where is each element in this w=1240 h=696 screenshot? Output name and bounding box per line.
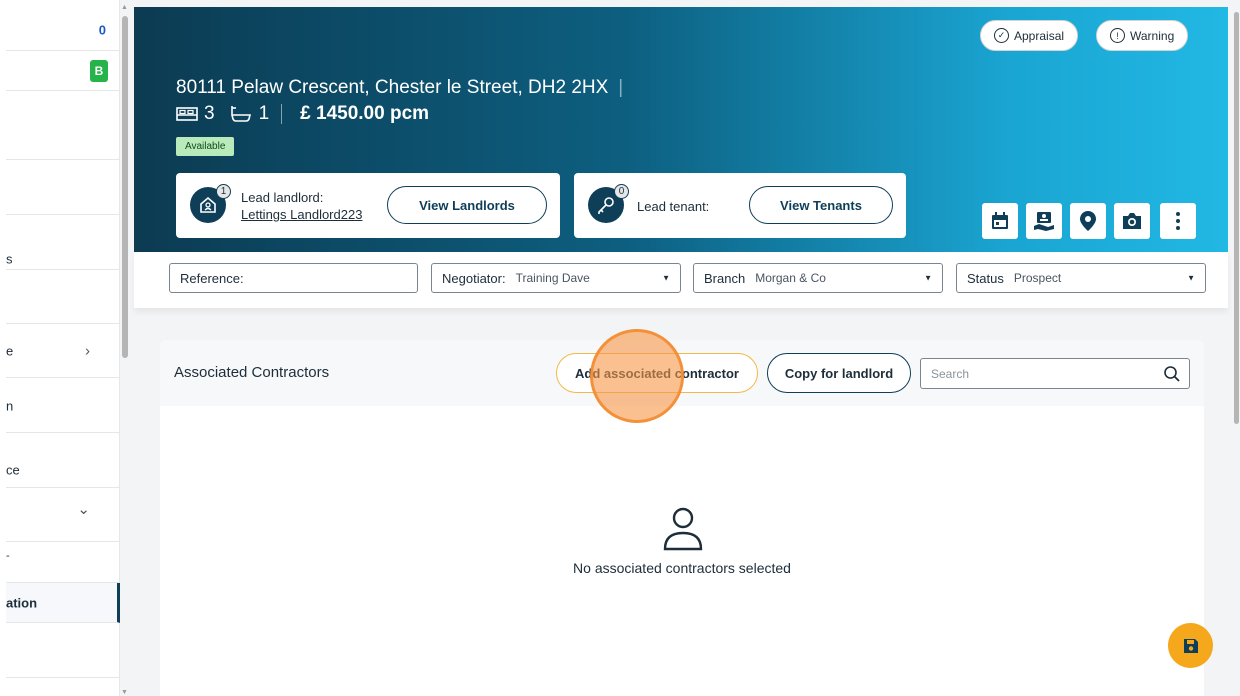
negotiator-label: Negotiator: bbox=[442, 270, 506, 286]
sidebar-item-badge: B bbox=[90, 59, 108, 82]
chevron-right-icon: › bbox=[85, 342, 90, 359]
property-header: ✓ Appraisal ! Warning 80111 Pelaw Cresce… bbox=[134, 7, 1228, 252]
bathrooms-count: 1 bbox=[258, 103, 270, 124]
lead-landlord-label: Lead landlord: bbox=[241, 190, 324, 205]
scroll-down-icon[interactable]: ▼ bbox=[121, 689, 128, 696]
view-tenants-button[interactable]: View Tenants bbox=[749, 186, 893, 224]
property-price: £ 1450.00 pcm bbox=[300, 103, 430, 124]
camera-icon[interactable] bbox=[1114, 203, 1150, 239]
sidebar-item-10[interactable]: ⌄ bbox=[6, 488, 120, 542]
filter-bar: Reference: Negotiator: Training Dave ▼ B… bbox=[134, 252, 1228, 308]
sidebar-item-label: e bbox=[6, 343, 14, 358]
lead-landlord-card: 1 Lead landlord: Lettings Landlord223 Vi… bbox=[176, 173, 560, 238]
chevron-down-icon: ⌄ bbox=[77, 501, 90, 519]
warning-label: Warning bbox=[1130, 28, 1175, 43]
sidebar-item-6[interactable] bbox=[6, 270, 120, 324]
save-icon bbox=[1183, 638, 1198, 653]
sidebar-item-2[interactable]: B bbox=[6, 51, 120, 91]
main-scroll-thumb[interactable] bbox=[1234, 12, 1239, 424]
property-specs: 3 1 £ 1450.00 pcm bbox=[176, 103, 429, 125]
sidebar-scrollbar[interactable]: ▲ ▼ bbox=[121, 4, 129, 696]
location-pin-icon[interactable] bbox=[1070, 203, 1106, 239]
dropdown-arrow-icon: ▼ bbox=[662, 273, 670, 283]
contact-icon[interactable] bbox=[1026, 203, 1062, 239]
bed-icon bbox=[176, 107, 198, 121]
tenant-count-badge: 0 bbox=[614, 184, 629, 199]
search-field[interactable] bbox=[920, 358, 1190, 389]
sidebar-item-7[interactable]: e › bbox=[6, 324, 120, 378]
sidebar-item-8[interactable]: n bbox=[6, 378, 120, 433]
sidebar-scroll-thumb[interactable] bbox=[122, 16, 128, 358]
property-address: 80111 Pelaw Crescent, Chester le Street,… bbox=[176, 77, 624, 98]
click-indicator bbox=[590, 329, 684, 423]
lead-tenant-card: 0 Lead tenant: View Tenants bbox=[574, 173, 906, 238]
status-value: Prospect bbox=[1013, 271, 1062, 285]
associated-contractors-panel: Associated Contractors Add associated co… bbox=[160, 340, 1204, 696]
sidebar-item-11[interactable]: - bbox=[6, 542, 120, 583]
dropdown-arrow-icon: ▼ bbox=[1187, 273, 1195, 283]
sidebar-item-label: - bbox=[6, 550, 10, 562]
negotiator-value: Training Dave bbox=[515, 271, 590, 285]
branch-label: Branch bbox=[704, 270, 746, 286]
sidebar-item-3[interactable] bbox=[6, 91, 120, 160]
bedrooms-count: 3 bbox=[204, 103, 215, 124]
sidebar-item-active[interactable]: ation bbox=[6, 583, 120, 623]
reference-label: Reference: bbox=[180, 270, 244, 286]
negotiator-select[interactable]: Negotiator: Training Dave ▼ bbox=[431, 263, 681, 293]
panel-title: Associated Contractors bbox=[174, 364, 330, 381]
status-badge: Available bbox=[176, 137, 235, 156]
copy-for-landlord-button[interactable]: Copy for landlord bbox=[767, 353, 911, 393]
status-label: Status bbox=[967, 270, 1004, 286]
lead-tenant-label: Lead tenant: bbox=[637, 199, 710, 214]
check-circle-icon: ✓ bbox=[994, 28, 1009, 43]
scroll-up-icon[interactable]: ▲ bbox=[121, 4, 128, 11]
more-vertical-icon[interactable] bbox=[1160, 203, 1196, 239]
save-button[interactable] bbox=[1168, 623, 1213, 668]
sidebar-item-label: ation bbox=[6, 595, 38, 610]
info-circle-icon: ! bbox=[1110, 28, 1125, 43]
appraisal-button[interactable]: ✓ Appraisal bbox=[980, 20, 1079, 51]
empty-state-message: No associated contractors selected bbox=[573, 560, 791, 576]
sidebar-item-label: n bbox=[6, 398, 14, 414]
calendar-icon[interactable] bbox=[982, 203, 1018, 239]
sidebar-item-count: 0 bbox=[98, 22, 106, 38]
view-landlords-button[interactable]: View Landlords bbox=[387, 186, 547, 224]
sidebar-item-5[interactable]: s bbox=[6, 215, 120, 270]
sidebar-item-12[interactable] bbox=[6, 623, 120, 678]
sidebar-item-label: ce bbox=[6, 462, 20, 478]
landlord-count-badge: 1 bbox=[216, 184, 231, 199]
dropdown-arrow-icon: ▼ bbox=[924, 273, 932, 283]
sidebar-item-1[interactable]: 0 bbox=[6, 10, 120, 51]
search-input[interactable] bbox=[931, 365, 1151, 383]
status-select[interactable]: Status Prospect ▼ bbox=[956, 263, 1206, 293]
sidebar: 0 B s e › n ce ⌄ - ation bbox=[0, 0, 120, 696]
sidebar-item-4[interactable] bbox=[6, 160, 120, 215]
appraisal-label: Appraisal bbox=[1014, 28, 1065, 43]
sidebar-item-9[interactable]: ce bbox=[6, 433, 120, 488]
lead-landlord-link[interactable]: Lettings Landlord223 bbox=[241, 207, 362, 222]
search-icon[interactable] bbox=[1163, 365, 1181, 383]
address-text: 80111 Pelaw Crescent, Chester le Street,… bbox=[176, 77, 609, 98]
main-scrollbar[interactable] bbox=[1232, 8, 1240, 696]
branch-value: Morgan & Co bbox=[755, 271, 826, 285]
sidebar-item-label: s bbox=[6, 251, 13, 267]
branch-select[interactable]: Branch Morgan & Co ▼ bbox=[693, 263, 943, 293]
bath-icon bbox=[230, 106, 251, 122]
reference-field[interactable]: Reference: bbox=[169, 263, 418, 293]
user-icon bbox=[663, 507, 703, 551]
warning-button[interactable]: ! Warning bbox=[1096, 20, 1189, 51]
divider bbox=[281, 104, 283, 124]
